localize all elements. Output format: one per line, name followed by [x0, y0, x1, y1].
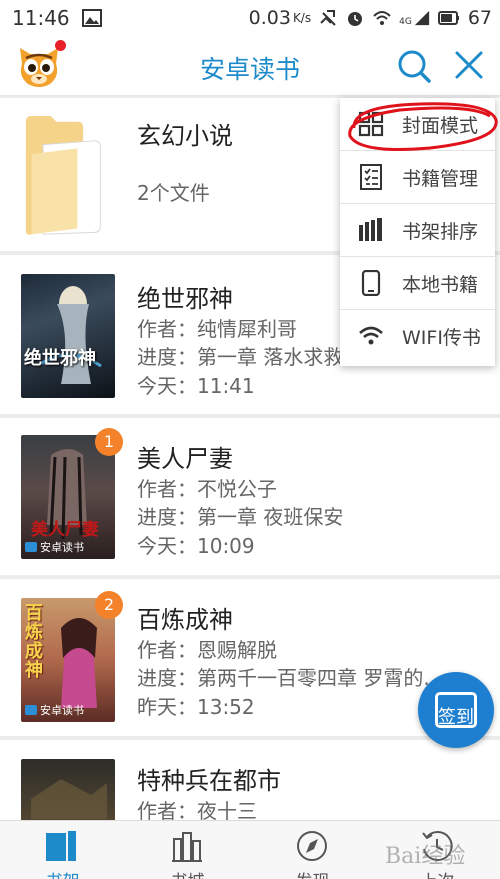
book-author: 作者：恩赐解脱: [137, 638, 277, 662]
battery-icon: [437, 11, 459, 25]
sort-bars-icon: [359, 218, 382, 241]
battery-level: 67: [467, 7, 492, 29]
folder-name: 玄幻小说: [137, 122, 233, 150]
wifi-status-icon: [373, 11, 391, 25]
bookstore-icon: [172, 832, 202, 862]
menu-item-label: WIFI传书: [402, 327, 481, 349]
update-badge: 1: [95, 428, 123, 456]
folder-count: 2个文件: [137, 181, 210, 205]
alarm-icon: [348, 12, 363, 26]
menu-item-cover-mode[interactable]: 封面模式: [340, 98, 495, 151]
net-unit: K/s: [292, 11, 312, 25]
cover-art-figure: [31, 779, 107, 819]
book-title: 绝世邪神: [137, 285, 233, 313]
tab-label: 书城: [125, 867, 250, 879]
book-progress: 进度：第一章 夜班保安: [137, 505, 344, 529]
book-progress: 进度：第一章 落水求救: [137, 345, 344, 369]
book-progress: 进度：第两千一百零四章 罗霄的.: [137, 666, 430, 690]
tab-discover[interactable]: 发现: [250, 821, 375, 879]
menu-item-label: 书架排序: [402, 221, 479, 243]
book-time: 昨天：13:52: [137, 695, 255, 719]
overflow-menu: 封面模式 书籍管理 书架排序 本地书籍 WIFI传书: [340, 98, 495, 366]
book-title: 美人尸妻: [137, 445, 233, 473]
net-speed: 0.03: [248, 7, 291, 29]
book-cover: 绝世邪神: [21, 274, 115, 398]
menu-item-wifi-transfer[interactable]: WIFI传书: [340, 310, 495, 363]
book-author: 作者：不悦公子: [137, 477, 277, 501]
cover-brand-label: 安卓读书: [40, 704, 84, 717]
search-icon[interactable]: [396, 48, 432, 84]
watermark: Bai经验: [385, 844, 466, 869]
bookshelf-icon: [46, 831, 76, 861]
folder-icon: [25, 116, 101, 235]
menu-item-label: 本地书籍: [402, 274, 479, 296]
tab-label: 发现: [250, 867, 375, 879]
update-badge: 2: [95, 591, 123, 619]
book-title: 特种兵在都市: [137, 767, 281, 795]
sign-in-label: 签到: [438, 707, 474, 728]
book-author: 作者：夜十三: [137, 799, 257, 820]
book-time: 今天：10:09: [137, 534, 255, 558]
book-item[interactable]: 特种兵在都市 作者：夜十三: [0, 740, 500, 820]
book-item[interactable]: 美人尸妻 安卓读书 1 美人尸妻 作者：不悦公子 进度：第一章 夜班保安 今天：…: [0, 418, 500, 575]
grid-icon: [358, 111, 384, 137]
menu-item-shelf-sort[interactable]: 书架排序: [340, 204, 495, 257]
book-cover: [21, 759, 115, 820]
cover-title: 美人尸妻: [31, 520, 99, 540]
gallery-icon: [81, 9, 102, 27]
tab-bookstore[interactable]: 书城: [125, 821, 250, 879]
menu-item-local-books[interactable]: 本地书籍: [340, 257, 495, 310]
cover-brand: 安卓读书: [25, 539, 84, 555]
signal-icon: 4G: [399, 9, 430, 27]
signal-label: 4G: [399, 17, 412, 27]
status-bar: 11:46 0.03 K/s 4G 67: [0, 0, 500, 36]
status-time: 11:46: [12, 6, 70, 30]
sign-in-button[interactable]: 签到: [418, 672, 494, 748]
menu-item-label: 封面模式: [402, 115, 479, 137]
menu-item-label: 书籍管理: [402, 168, 479, 190]
mute-icon: [320, 10, 336, 26]
tab-label: 书架: [0, 867, 125, 879]
book-time: 今天：11:41: [137, 374, 255, 398]
book-title: 百炼成神: [137, 606, 233, 634]
compass-icon: [297, 831, 327, 861]
cover-title: 绝世邪神: [24, 348, 96, 369]
cover-brand-label: 安卓读书: [40, 541, 84, 554]
app-bar: 安卓读书: [0, 36, 500, 96]
close-icon[interactable]: [452, 48, 486, 82]
book-author: 作者：纯情犀利哥: [137, 317, 297, 341]
cover-title: 百炼成神: [25, 603, 43, 681]
phone-icon: [361, 270, 381, 296]
checklist-icon: [360, 164, 382, 190]
cover-brand: 安卓读书: [25, 702, 84, 718]
tab-bookshelf[interactable]: 书架: [0, 821, 125, 879]
cover-art-figure: [40, 286, 102, 384]
menu-item-book-manage[interactable]: 书籍管理: [340, 151, 495, 204]
wifi-icon: [359, 326, 383, 345]
